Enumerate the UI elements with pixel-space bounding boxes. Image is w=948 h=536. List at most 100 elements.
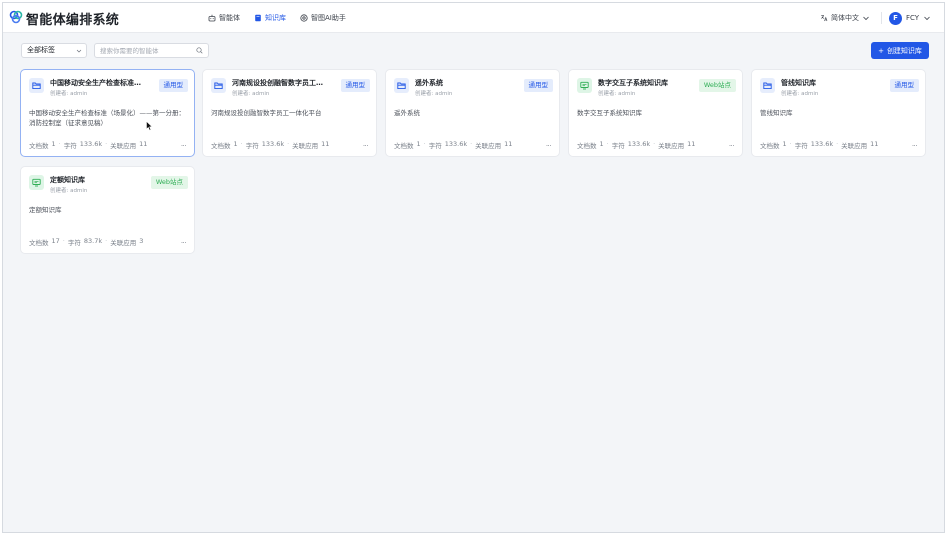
more-options-icon[interactable]: ··· — [729, 142, 735, 150]
char-count: 133.6k — [79, 140, 103, 148]
char-count-label: 字符 — [794, 142, 808, 150]
card-creator: 创建者: admin — [50, 188, 88, 194]
avatar: F — [889, 11, 902, 25]
app-count: 11 — [504, 140, 513, 148]
card-stats: 文档数 1 · 字符 133.6k · 关联应用 11 — [577, 140, 695, 150]
user-menu[interactable]: F FCY — [889, 3, 931, 33]
more-options-icon[interactable]: ··· — [181, 239, 187, 247]
bot-icon — [300, 14, 308, 22]
card-stats: 文档数 17 · 字符 83.7k · 关联应用 3 — [29, 237, 143, 247]
knowledge-base-card[interactable]: 河南规设投创融智数字员工一体化平台创建者: admin通用型河南规设投创融智数字… — [202, 69, 377, 157]
nav-item-knowledge-base[interactable]: 知识库 — [254, 3, 286, 33]
doc-count: 1 — [233, 140, 238, 148]
char-count: 83.7k — [83, 237, 103, 245]
stat-separator: · — [423, 140, 426, 148]
card-stats: 文档数 1 · 字符 133.6k · 关联应用 11 — [211, 140, 329, 150]
language-switcher[interactable]: 简体中文 — [820, 3, 870, 33]
char-count: 133.6k — [627, 140, 651, 148]
stat-separator: · — [62, 237, 65, 245]
char-count-label: 字符 — [67, 239, 81, 247]
card-type-icon — [394, 78, 409, 93]
char-count-label: 字符 — [245, 142, 259, 150]
create-knowledge-base-button[interactable]: + 创建知识库 — [871, 42, 929, 59]
card-description: 遥外系统 — [394, 109, 420, 117]
stat-separator: · — [287, 140, 290, 148]
app-count-label: 关联应用 — [110, 239, 137, 247]
more-options-icon[interactable]: ··· — [181, 142, 187, 150]
folder-icon — [214, 82, 223, 90]
stat-separator: · — [105, 237, 108, 245]
card-type-icon — [577, 78, 592, 93]
stat-separator: · — [470, 140, 473, 148]
nav-item-agents[interactable]: 智能体 — [208, 3, 240, 33]
app-count-label: 关联应用 — [110, 142, 137, 150]
stat-separator: · — [58, 140, 61, 148]
user-name: FCY — [906, 14, 920, 22]
app-count: 11 — [687, 140, 696, 148]
card-type-icon — [760, 78, 775, 93]
chevron-down-icon — [924, 16, 930, 21]
tag-filter-value: 全部标签 — [27, 46, 55, 54]
create-button-label: 创建知识库 — [886, 46, 922, 55]
card-description: 数字交互子系统知识库 — [577, 109, 642, 117]
card-title: 中国移动安全生产检查标准（场景化）... — [50, 79, 145, 87]
card-description: 管线知识库 — [760, 109, 793, 117]
doc-count: 1 — [599, 140, 604, 148]
stat-separator: · — [653, 140, 656, 148]
char-count-label: 字符 — [63, 142, 77, 150]
card-stats: 文档数 1 · 字符 133.6k · 关联应用 11 — [760, 140, 878, 150]
char-count-label: 字符 — [611, 142, 625, 150]
card-type-icon — [29, 78, 44, 93]
knowledge-base-card[interactable]: 数字交互子系统知识库 创建者: admin Web站点 数字交互子系统知识库 文档数 1 ·… — [568, 69, 743, 157]
knowledge-base-card[interactable]: 中国移动安全生产检查标准（场景化）... 创建者: admin 通用型中国移动安全生… — [20, 69, 195, 157]
app-count-label: 关联应用 — [658, 142, 685, 150]
nav-item-ai-assistant[interactable]: 智图AI助手 — [300, 3, 346, 33]
app-count: 11 — [870, 140, 879, 148]
folder-icon — [32, 82, 41, 90]
doc-count-label: 文档数 — [394, 142, 414, 150]
card-type-icon — [211, 78, 226, 93]
doc-count: 1 — [51, 140, 56, 148]
nav-label-agents: 智能体 — [219, 14, 240, 22]
robot-icon — [208, 14, 216, 22]
more-options-icon[interactable]: ··· — [912, 142, 918, 150]
knowledge-base-card[interactable]: 管线知识库 创建者: admin 通用型 管线知识库 文档数 1 · 字符 133.6k · 关联应… — [751, 69, 926, 157]
more-options-icon[interactable]: ··· — [546, 142, 552, 150]
card-type-badge: Web站点 — [698, 79, 736, 92]
header-divider — [881, 12, 882, 24]
top-header: 智能体编排系统 智能体 知识库 智图AI助手 简体中文 F FCY — [3, 3, 944, 33]
doc-count-label: 文档数 — [29, 142, 49, 150]
chevron-down-icon — [76, 49, 82, 53]
search-input[interactable] — [95, 44, 191, 57]
app-title: 智能体编排系统 — [26, 13, 120, 28]
char-count: 133.6k — [810, 140, 834, 148]
knowledge-base-card[interactable]: 遥外系统 创建者: admin 通用型 遥外系统 文档数 1 · 字符 133.6k · 关联应用 1… — [385, 69, 560, 157]
doc-count-label: 文档数 — [29, 239, 49, 247]
doc-count-label: 文档数 — [211, 142, 231, 150]
char-count: 133.6k — [444, 140, 468, 148]
card-description: 河南规设投创融智数字员工一体化平台 — [211, 109, 322, 117]
more-options-icon[interactable]: ··· — [363, 142, 369, 150]
card-creator: 创建者: admin — [781, 91, 819, 97]
stat-separator: · — [789, 140, 792, 148]
char-count: 133.6k — [261, 140, 285, 148]
card-description: 中国移动安全生产检查标准（场景化）——第一分册：消防控制室（征求意见稿） — [29, 109, 185, 127]
card-title: 数字交互子系统知识库 — [598, 79, 668, 87]
card-stats: 文档数 1 · 字符 133.6k · 关联应用 11 — [394, 140, 512, 150]
folder-icon — [397, 82, 406, 90]
doc-count: 1 — [782, 140, 787, 148]
app-count-label: 关联应用 — [292, 142, 319, 150]
doc-count-label: 文档数 — [760, 142, 780, 150]
search-box — [94, 43, 209, 58]
card-title: 遥外系统 — [415, 79, 443, 87]
stat-separator: · — [105, 140, 108, 148]
plus-icon: + — [878, 46, 884, 55]
stat-separator: · — [240, 140, 243, 148]
app-count: 11 — [321, 140, 330, 148]
search-icon[interactable] — [196, 47, 203, 54]
nav-label-ai-assistant: 智图AI助手 — [311, 14, 346, 22]
tag-filter-select[interactable]: 全部标签 — [21, 43, 87, 58]
knowledge-base-card[interactable]: 定额知识库 创建者: admin Web站点 定额知识库 文档数 17 · 字符 83.7k · 关… — [20, 166, 195, 254]
logo-icon — [9, 10, 23, 24]
card-creator: 创建者: admin — [598, 91, 636, 97]
